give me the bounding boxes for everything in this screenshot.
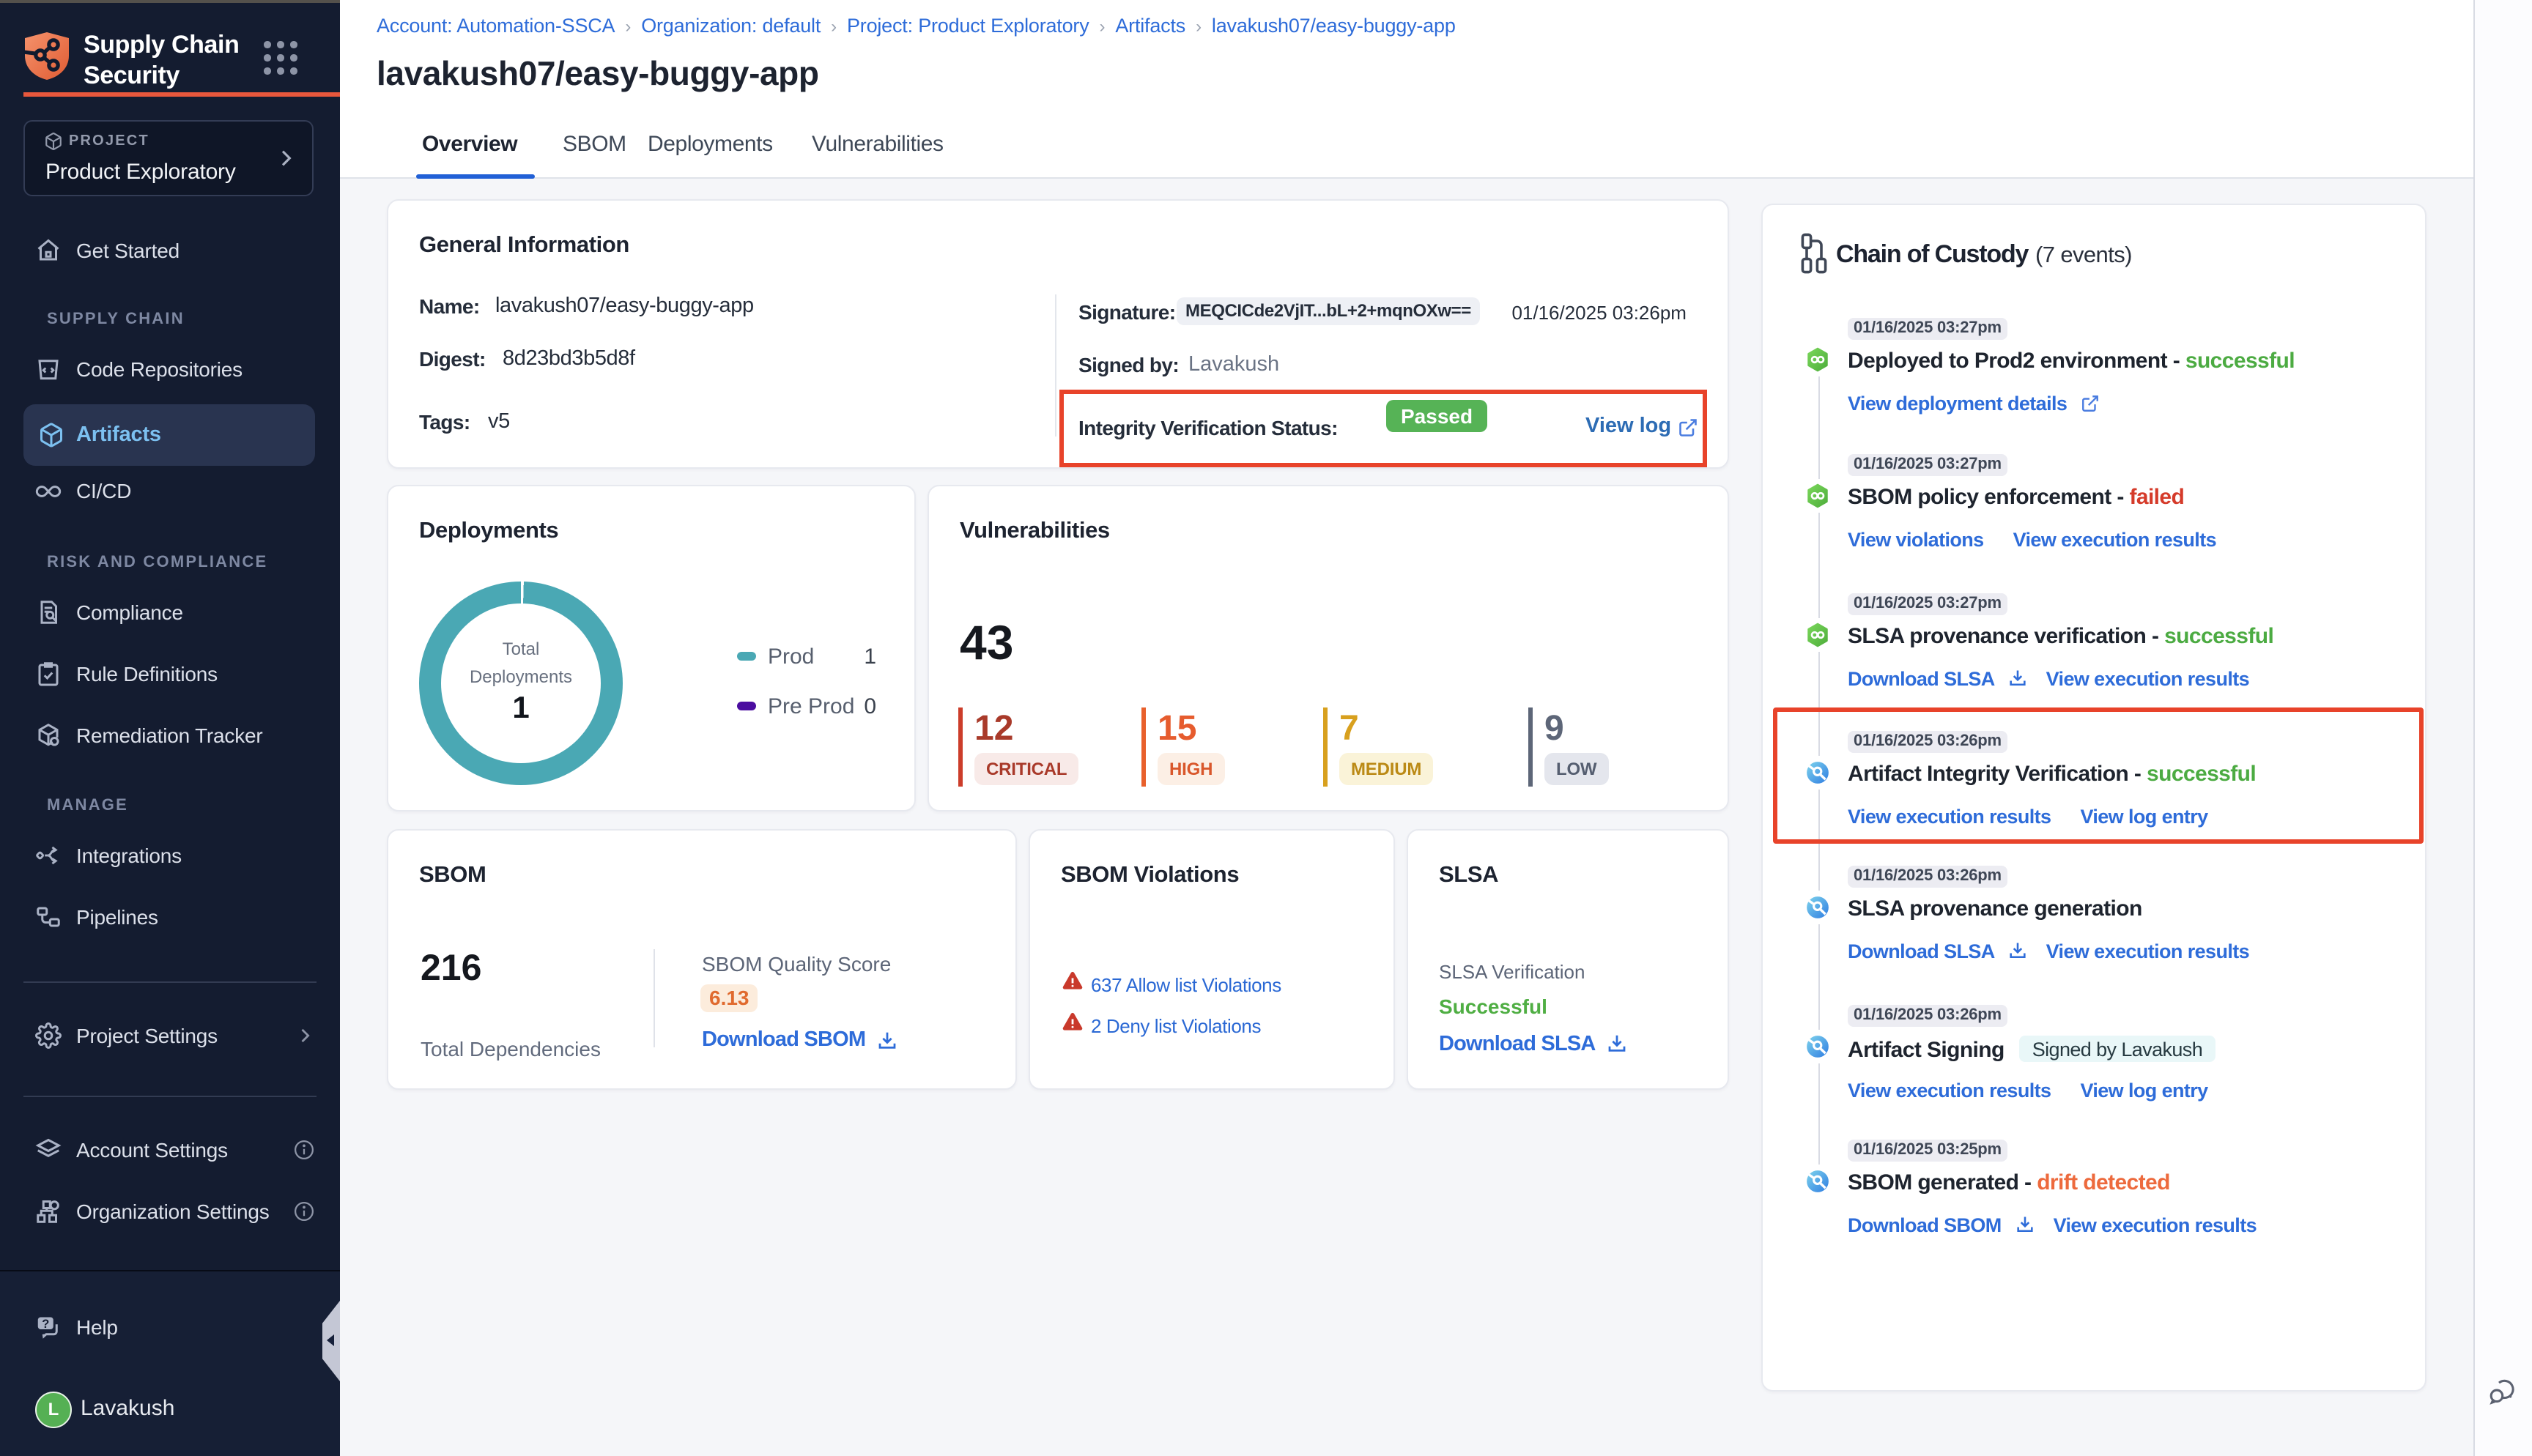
svg-text:?: ? bbox=[42, 1318, 49, 1331]
